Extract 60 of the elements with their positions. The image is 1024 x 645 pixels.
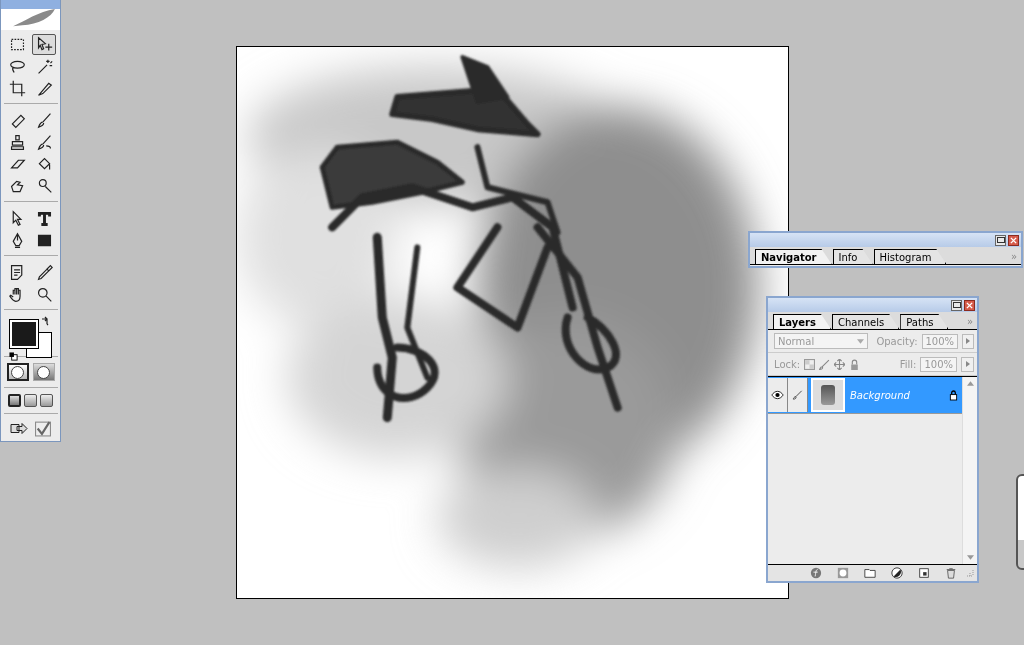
crop-icon — [8, 79, 26, 97]
minimize-button[interactable] — [995, 234, 1006, 246]
checkmark-icon[interactable] — [32, 420, 53, 437]
default-colors-icon[interactable] — [8, 351, 18, 361]
trash-icon[interactable] — [945, 567, 957, 579]
arrow-jump-icon[interactable] — [8, 420, 29, 437]
panel-tab[interactable]: Histogram — [873, 249, 947, 264]
checkerboard-icon[interactable] — [804, 358, 816, 370]
panel-tab[interactable]: Channels — [832, 314, 900, 329]
close-button[interactable] — [1008, 234, 1019, 246]
magic-wand-icon — [35, 57, 53, 75]
panel-tab[interactable]: Navigator — [755, 249, 832, 264]
tool-button[interactable] — [32, 33, 56, 55]
dropdown-caret-icon — [857, 338, 865, 344]
eye-icon — [771, 390, 784, 400]
fill-label: Fill: — [899, 358, 917, 370]
close-icon — [1010, 236, 1017, 244]
scroll-bar[interactable] — [962, 377, 977, 564]
opacity-slider-button[interactable] — [962, 333, 974, 349]
foreground-color-swatch[interactable] — [9, 319, 38, 348]
brush-icon[interactable] — [819, 358, 831, 370]
resize-grip-icon[interactable] — [966, 569, 974, 577]
swap-arrows-icon[interactable] — [39, 315, 50, 326]
panel-tab[interactable]: Info — [832, 249, 873, 264]
letter-t-icon — [35, 209, 53, 227]
lock-label: Lock: — [774, 358, 801, 370]
panel-tab[interactable]: Layers — [773, 314, 831, 329]
fx-circle-icon[interactable] — [810, 567, 822, 579]
right-triangle-icon — [966, 338, 971, 344]
panel-tab[interactable]: Paths — [900, 314, 949, 329]
new-layer-icon[interactable] — [918, 567, 930, 579]
brush-icon — [35, 111, 53, 129]
scroll-down-icon[interactable] — [966, 555, 974, 560]
screen-mode-button[interactable] — [24, 394, 37, 407]
close-icon — [966, 301, 973, 309]
eyedropper-icon — [35, 263, 53, 281]
stamp-icon — [8, 133, 26, 151]
mask-mode-button[interactable] — [32, 363, 55, 381]
opacity-label: Opacity: — [876, 335, 918, 347]
minimize-button[interactable] — [951, 299, 962, 311]
screen-mode-button[interactable] — [40, 394, 53, 407]
scroll-up-icon[interactable] — [966, 381, 974, 386]
move-cross-icon[interactable] — [834, 358, 846, 370]
half-circle-icon[interactable] — [891, 567, 903, 579]
padlock-icon[interactable] — [849, 358, 861, 370]
visibility-toggle[interactable] — [768, 378, 788, 412]
screen-mode-button[interactable] — [8, 394, 21, 407]
mask-icon[interactable] — [837, 567, 849, 579]
layer-name: Background — [850, 389, 910, 401]
folder-icon[interactable] — [864, 567, 876, 579]
close-button[interactable] — [964, 299, 975, 311]
brush-icon — [791, 390, 804, 400]
history-brush-icon — [35, 133, 53, 151]
arrow-cross-icon — [35, 35, 53, 53]
feather-icon — [11, 7, 57, 28]
layer-thumbnail — [811, 378, 845, 412]
fill-slider-button[interactable] — [961, 356, 974, 372]
mask-mode-button[interactable] — [6, 363, 29, 381]
zoom-icon — [35, 285, 53, 303]
right-triangle-icon — [965, 361, 970, 367]
